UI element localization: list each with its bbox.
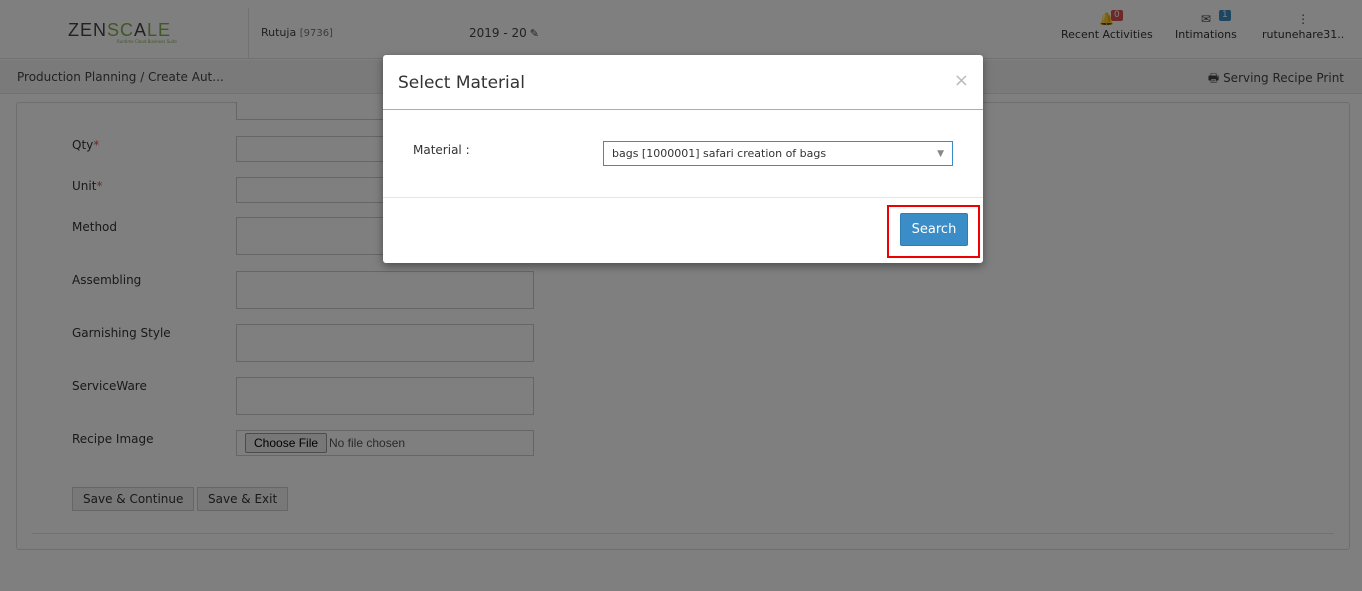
chevron-down-icon: ▼: [937, 149, 944, 159]
modal-footer-divider: [383, 197, 983, 198]
material-select[interactable]: bags [1000001] safari creation of bags ▼: [603, 141, 953, 166]
close-icon[interactable]: ×: [954, 70, 969, 91]
material-label: Material :: [413, 143, 470, 157]
modal-title: Select Material: [398, 73, 525, 93]
material-select-value: bags [1000001] safari creation of bags: [612, 147, 827, 160]
select-material-modal: Select Material × Material : bags [10000…: [383, 55, 983, 263]
modal-header: Select Material ×: [383, 55, 983, 110]
search-button[interactable]: Search: [900, 213, 968, 246]
